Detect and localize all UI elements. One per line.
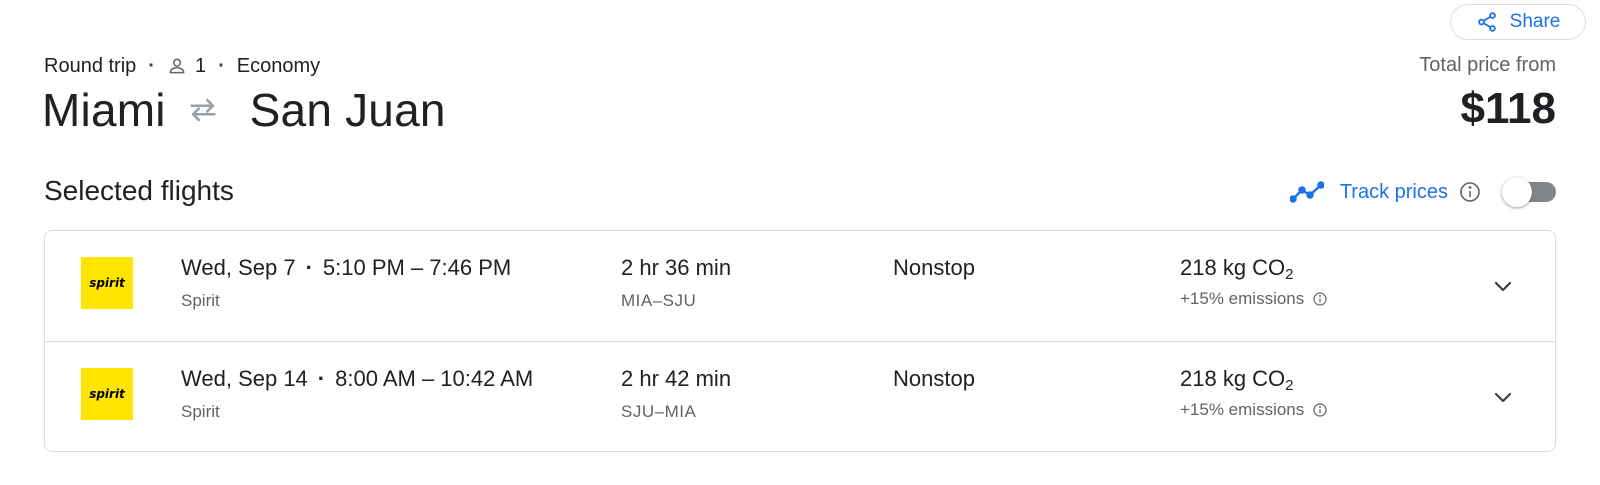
flight-times: Wed, Sep 7 · 5:10 PM – 7:46 PM [181,255,511,281]
info-icon[interactable] [1312,291,1328,307]
emissions-info: +15% emissions [1180,289,1328,309]
separator-dot: · [317,366,326,391]
flight-time-range: 8:00 AM – 10:42 AM [335,366,534,391]
flight-airports: SJU–MIA [621,402,697,421]
airline-name: Spirit [181,402,220,421]
section-title: Selected flights [44,175,234,206]
passenger-count: 1 [194,54,207,77]
track-prices: Track prices [1289,172,1556,212]
co2-subscript: 2 [1285,266,1294,283]
selected-flights-card: spirit Wed, Sep 7 · 5:10 PM – 7:46 PM Spir… [44,230,1556,452]
separator-dot: · [218,54,225,77]
trend-line-icon [1289,181,1324,203]
co2-text: 218 kg CO [1180,255,1286,280]
co2-value: 218 kg CO2 [1180,255,1294,283]
flight-date: Wed, Sep 14 [181,366,308,391]
chevron-down-icon [1494,281,1512,292]
co2-text: 218 kg CO [1180,366,1286,391]
expand-flight-button[interactable] [1487,271,1519,303]
separator-dot: · [148,54,155,77]
trip-summary: Round trip · 1 · Economy [44,53,320,79]
share-label: Share [1509,11,1561,32]
info-icon[interactable] [1312,402,1328,418]
expand-flight-button[interactable] [1487,382,1519,414]
emissions-label: +15% emissions [1180,289,1305,308]
emissions-info: +15% emissions [1180,400,1328,420]
flight-airports: MIA–SJU [621,291,697,310]
flight-times: Wed, Sep 14 · 8:00 AM – 10:42 AM [181,366,533,392]
trip-type: Round trip [44,54,137,77]
flight-row[interactable]: spirit Wed, Sep 14 · 8:00 AM – 10:42 AM Sp… [45,341,1555,451]
separator-dot: · [305,255,313,280]
flight-stops: Nonstop [893,366,975,391]
airline-logo: spirit [81,257,133,309]
airline-name: Spirit [181,291,220,310]
flight-date: Wed, Sep 7 [181,255,296,280]
share-button[interactable]: Share [1450,4,1586,40]
info-icon[interactable] [1458,180,1482,204]
price-label: Total price from [1419,54,1556,76]
flight-row[interactable]: spirit Wed, Sep 7 · 5:10 PM – 7:46 PM Spir… [45,231,1555,341]
flight-duration: 2 hr 36 min [621,255,732,280]
toggle-knob [1502,177,1532,207]
track-prices-toggle[interactable] [1502,177,1556,207]
emissions-label: +15% emissions [1180,400,1305,419]
origin-city: Miami [42,84,166,136]
total-price: $118 [1460,84,1556,133]
cabin-class: Economy [236,54,321,77]
flight-time-range: 5:10 PM – 7:46 PM [322,255,512,280]
track-prices-label[interactable]: Track prices [1340,181,1448,204]
route-title: Miami San Juan [42,82,446,138]
person-icon [169,58,185,74]
destination-city: San Juan [249,84,446,136]
flight-stops: Nonstop [893,255,975,280]
swap-arrows-icon [190,98,216,122]
flight-duration: 2 hr 42 min [621,366,732,391]
co2-value: 218 kg CO2 [1180,366,1294,394]
co2-subscript: 2 [1285,377,1294,394]
share-icon [1477,12,1496,32]
chevron-down-icon [1494,392,1512,403]
airline-logo: spirit [81,368,133,420]
